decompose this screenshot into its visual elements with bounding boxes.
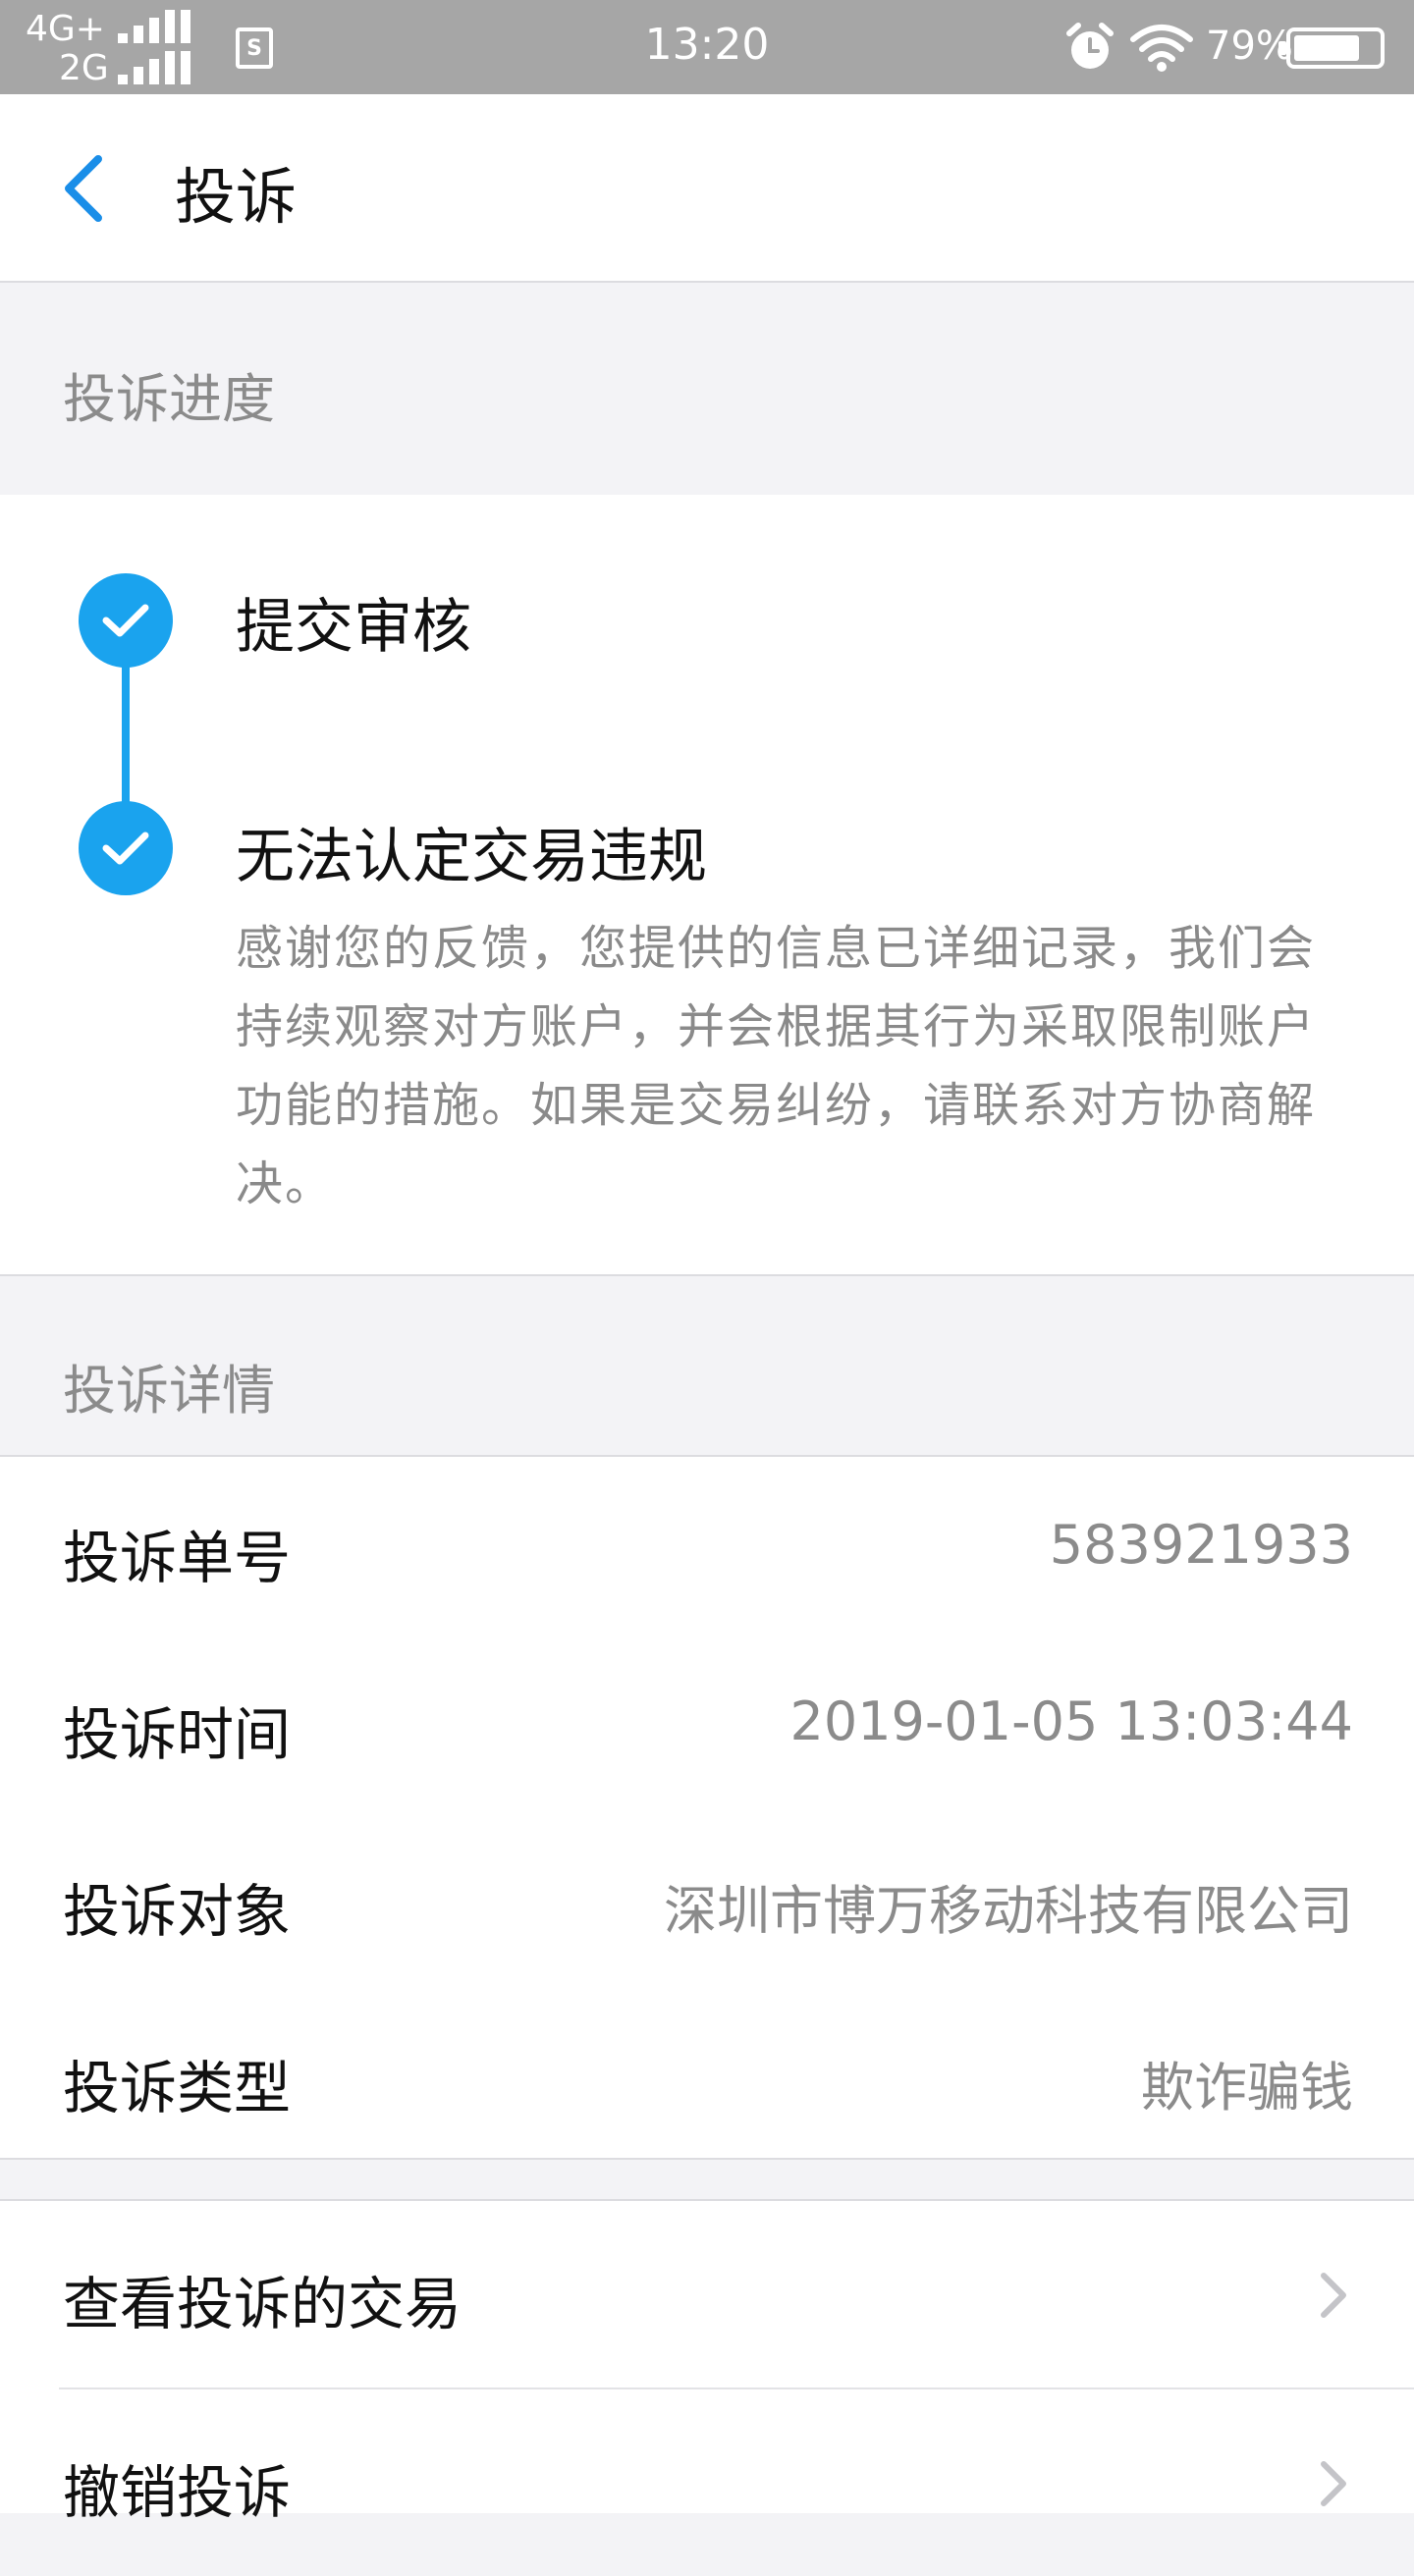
- progress-section-header: 投诉进度: [0, 285, 1414, 495]
- chevron-right-icon: [1321, 2461, 1346, 2506]
- progress-timeline: 提交审核 无法认定交易违规 感谢您的反馈，您提供的信息已详细记录，我们会持续观察…: [0, 495, 1414, 1276]
- battery-icon: [1278, 27, 1385, 69]
- step-1-title: 提交审核: [236, 593, 471, 662]
- details-list: 投诉单号 583921933 投诉时间 2019-01-05 13:03:44 …: [0, 1455, 1414, 2160]
- detail-label: 投诉时间: [63, 1701, 292, 1768]
- detail-value: 深圳市博万移动科技有限公司: [664, 1880, 1353, 1942]
- step-2-title: 无法认定交易违规: [236, 823, 707, 891]
- withdraw-complaint-label: 撤销投诉: [63, 2459, 292, 2526]
- status-time: 13:20: [644, 20, 770, 70]
- chevron-right-icon: [1321, 2273, 1346, 2318]
- back-chevron-icon[interactable]: [55, 149, 114, 228]
- detail-label: 投诉单号: [63, 1525, 292, 1591]
- detail-row-time: 投诉时间 2019-01-05 13:03:44: [0, 1634, 1414, 1810]
- step-2-check-icon: [79, 801, 173, 895]
- step-2-description: 感谢您的反馈，您提供的信息已详细记录，我们会持续观察对方账户，并会根据其行为采取…: [236, 921, 1317, 1211]
- wifi-icon: [1130, 25, 1193, 72]
- detail-value: 2019-01-05 13:03:44: [789, 1690, 1353, 1752]
- detail-row-number: 投诉单号 583921933: [0, 1457, 1414, 1634]
- details-section-label: 投诉详情: [63, 1360, 275, 1422]
- view-transaction-label: 查看投诉的交易: [63, 2271, 462, 2337]
- page-title: 投诉: [175, 161, 298, 233]
- status-bar: 4G+ 2G S 13:20 79%: [0, 0, 1414, 94]
- detail-value: 欺诈骗钱: [1141, 2057, 1353, 2119]
- detail-row-type: 投诉类型 欺诈骗钱: [0, 1987, 1414, 2164]
- detail-label: 投诉类型: [63, 2055, 292, 2121]
- detail-row-target: 投诉对象 深圳市博万移动科技有限公司: [0, 1810, 1414, 1987]
- detail-value: 583921933: [1049, 1514, 1353, 1576]
- details-section-header: 投诉详情: [0, 1276, 1414, 1455]
- progress-section-label: 投诉进度: [63, 368, 275, 430]
- view-transaction-button[interactable]: 查看投诉的交易: [0, 2201, 1414, 2388]
- app-header: 投诉: [0, 94, 1414, 283]
- withdraw-complaint-button[interactable]: 撤销投诉: [0, 2389, 1414, 2576]
- detail-label: 投诉对象: [63, 1878, 292, 1945]
- alarm-icon: [1066, 23, 1114, 69]
- actions-list: 查看投诉的交易 撤销投诉: [0, 2199, 1414, 2526]
- step-1-check-icon: [79, 573, 173, 668]
